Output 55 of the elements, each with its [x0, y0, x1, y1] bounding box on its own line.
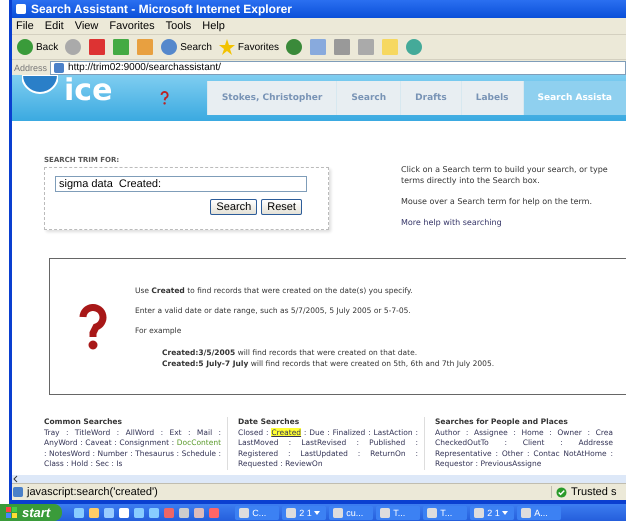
taskbar-button[interactable]: cu...	[329, 506, 374, 520]
search-field[interactable]: sigma data Created:	[55, 176, 307, 192]
check-circle-icon	[556, 486, 567, 498]
window-title: Search Assistant - Microsoft Internet Explorer	[31, 2, 292, 16]
menu-item[interactable]: Favorites	[109, 20, 155, 32]
app-icon	[285, 506, 298, 518]
help-link[interactable]: More help with searching	[401, 218, 502, 227]
page-icon	[12, 486, 24, 498]
form-button[interactable]: Reset	[261, 199, 302, 215]
menu-item[interactable]: Help	[202, 20, 225, 32]
page-icon	[15, 3, 27, 15]
form-button[interactable]: Search	[210, 199, 258, 215]
address-label: Address	[14, 62, 48, 72]
status-text: javascript:search('created')	[27, 486, 159, 498]
address-field[interactable]: http://trim02:9000/searchassistant/	[50, 60, 626, 74]
windows-logo-icon	[6, 506, 18, 518]
quick-launch-icon	[118, 506, 130, 518]
toolbar-button[interactable]: Search	[160, 38, 212, 56]
menu-item[interactable]: File	[16, 20, 34, 32]
quick-launch-icon	[133, 506, 146, 518]
tip-text: Click on a Search term to build your search, or type terms directly into the Search box.	[401, 164, 609, 186]
quick-launch-icon	[193, 506, 206, 518]
toolbar-button[interactable]: Favorites	[218, 38, 280, 56]
question-mark-icon	[160, 89, 169, 107]
taskbar-button[interactable]: 2 1	[470, 506, 514, 520]
quick-launch-icon	[148, 506, 160, 518]
taskbar-button[interactable]: 2 1	[282, 506, 326, 520]
taskbar-button[interactable]: A...	[517, 506, 562, 520]
menu-item[interactable]: Tools	[166, 20, 192, 32]
logo-text: ice	[64, 75, 112, 107]
taskbar-button[interactable]: T...	[376, 506, 420, 520]
app-icon	[473, 506, 486, 518]
quick-launch-icon	[163, 506, 176, 518]
app-icon	[238, 506, 250, 518]
app-icon	[332, 506, 344, 518]
app-icon	[379, 506, 392, 518]
app-icon	[520, 506, 532, 518]
question-mark-icon	[78, 302, 108, 350]
menu-item[interactable]: View	[74, 20, 98, 32]
quick-launch-icon	[178, 506, 190, 518]
tip-text: Mouse over a Search term for help on the term.	[401, 196, 593, 207]
app-icon	[426, 506, 438, 518]
toolbar-button[interactable]: Back	[16, 38, 58, 56]
quick-launch-icon	[73, 506, 86, 518]
quick-launch-icon	[208, 506, 220, 518]
taskbar-button[interactable]: T...	[423, 506, 468, 520]
scroll-left-icon[interactable]	[12, 475, 20, 483]
taskbar-button[interactable]: C...	[235, 506, 280, 520]
zone-text: Trusted s	[571, 486, 616, 498]
star-icon	[218, 38, 236, 56]
quick-launch-icon	[88, 506, 100, 518]
start-button[interactable]: start	[0, 504, 62, 521]
page-icon	[53, 62, 66, 74]
menu-item[interactable]: Edit	[44, 20, 64, 32]
quick-launch-icon	[103, 506, 116, 518]
